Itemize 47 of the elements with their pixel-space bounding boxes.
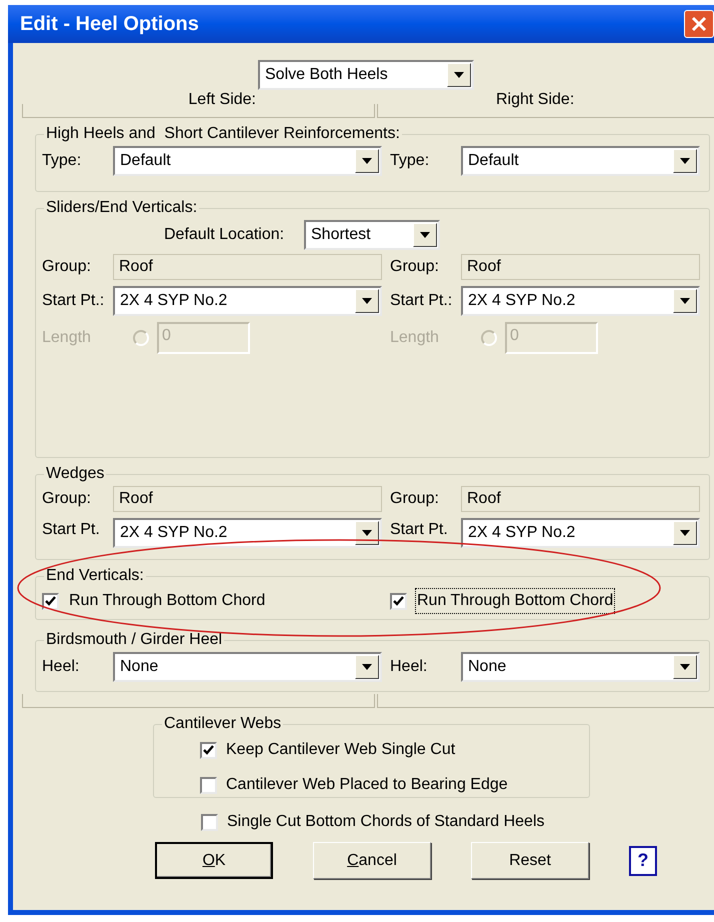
dropdown[interactable]: None bbox=[461, 652, 700, 682]
field-label: Left Side: bbox=[188, 91, 256, 108]
field-label: Length bbox=[390, 328, 440, 348]
dropdown[interactable]: None bbox=[113, 652, 382, 682]
read-only-field: Roof bbox=[113, 486, 382, 512]
group-title: High Heels and Short Cantilever Reinforcements: bbox=[45, 124, 401, 144]
dropdown[interactable]: Default bbox=[113, 146, 382, 176]
field-label: Length bbox=[42, 328, 92, 348]
dialog-button[interactable]: OK bbox=[155, 842, 273, 879]
checkbox-label: Run Through Bottom Chord bbox=[68, 591, 266, 611]
checkbox-label: Keep Cantilever Web Single Cut bbox=[226, 740, 456, 760]
read-only-field: Roof bbox=[461, 486, 700, 512]
dialog-button[interactable]: Cancel bbox=[313, 842, 431, 879]
field-label: Start Pt. bbox=[42, 520, 101, 540]
field-label: Group: bbox=[390, 257, 440, 277]
group-title: Birdsmouth / Girder Heel bbox=[45, 630, 224, 650]
dropdown[interactable]: 2X 4 SYP No.2 bbox=[461, 286, 700, 316]
group-title: End Verticals: bbox=[45, 566, 145, 586]
read-only-field: Roof bbox=[461, 254, 700, 280]
dropdown[interactable]: 2X 4 SYP No.2 bbox=[113, 286, 382, 316]
field-label: Type: bbox=[390, 151, 430, 171]
dropdown[interactable]: Solve Both Heels bbox=[258, 60, 474, 90]
window-title: Edit - Heel Options bbox=[20, 12, 199, 37]
group-title: Cantilever Webs bbox=[163, 714, 282, 734]
group-title: Wedges bbox=[45, 464, 106, 484]
checkbox-label: Cantilever Web Placed to Bearing Edge bbox=[226, 775, 508, 795]
dropdown[interactable]: Default bbox=[461, 146, 700, 176]
field-label: Type: bbox=[42, 151, 82, 171]
help-button[interactable]: ? bbox=[629, 846, 657, 876]
field-label: Start Pt. bbox=[390, 520, 449, 540]
checkbox-label: Run Through Bottom Chord bbox=[415, 588, 616, 614]
field-label: Group: bbox=[42, 489, 92, 509]
dialog-button[interactable]: Reset bbox=[471, 842, 589, 879]
field-label: Start Pt.: bbox=[390, 291, 454, 311]
read-only-field: Roof bbox=[113, 254, 382, 280]
field-label: Group: bbox=[390, 489, 440, 509]
dropdown[interactable]: Shortest bbox=[304, 220, 440, 250]
group-title: Sliders/End Verticals: bbox=[45, 198, 198, 218]
field-label: Start Pt.: bbox=[42, 291, 106, 311]
field-label: Heel: bbox=[390, 657, 428, 677]
field-label: Heel: bbox=[42, 657, 80, 677]
field-label: Group: bbox=[42, 257, 92, 277]
dropdown[interactable]: 2X 4 SYP No.2 bbox=[113, 518, 382, 548]
field-label: Right Side: bbox=[496, 91, 574, 108]
dropdown[interactable]: 2X 4 SYP No.2 bbox=[461, 518, 700, 548]
checkbox-label: Single Cut Bottom Chords of Standard Heels bbox=[227, 812, 544, 832]
field-label: Default Location: bbox=[164, 225, 286, 245]
